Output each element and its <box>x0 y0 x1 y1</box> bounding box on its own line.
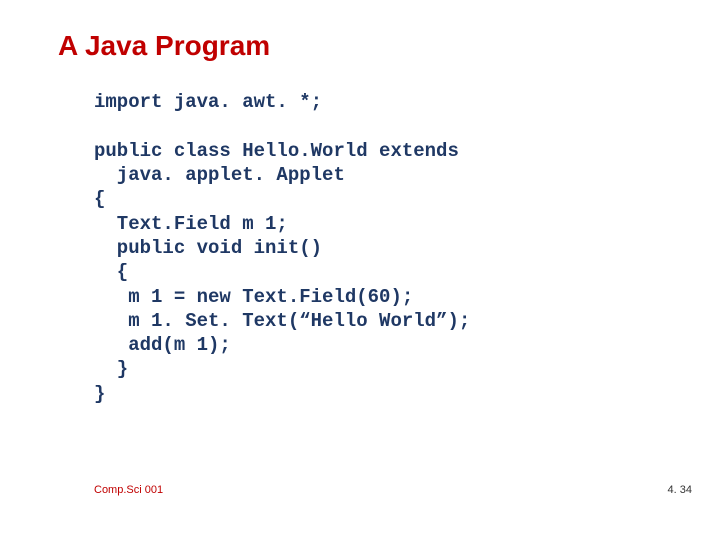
footer-course: Comp.Sci 001 <box>94 484 163 496</box>
code-block: import java. awt. *; public class Hello.… <box>94 90 720 406</box>
footer-page-number: 4. 34 <box>668 484 692 496</box>
slide-title: A Java Program <box>58 30 720 62</box>
